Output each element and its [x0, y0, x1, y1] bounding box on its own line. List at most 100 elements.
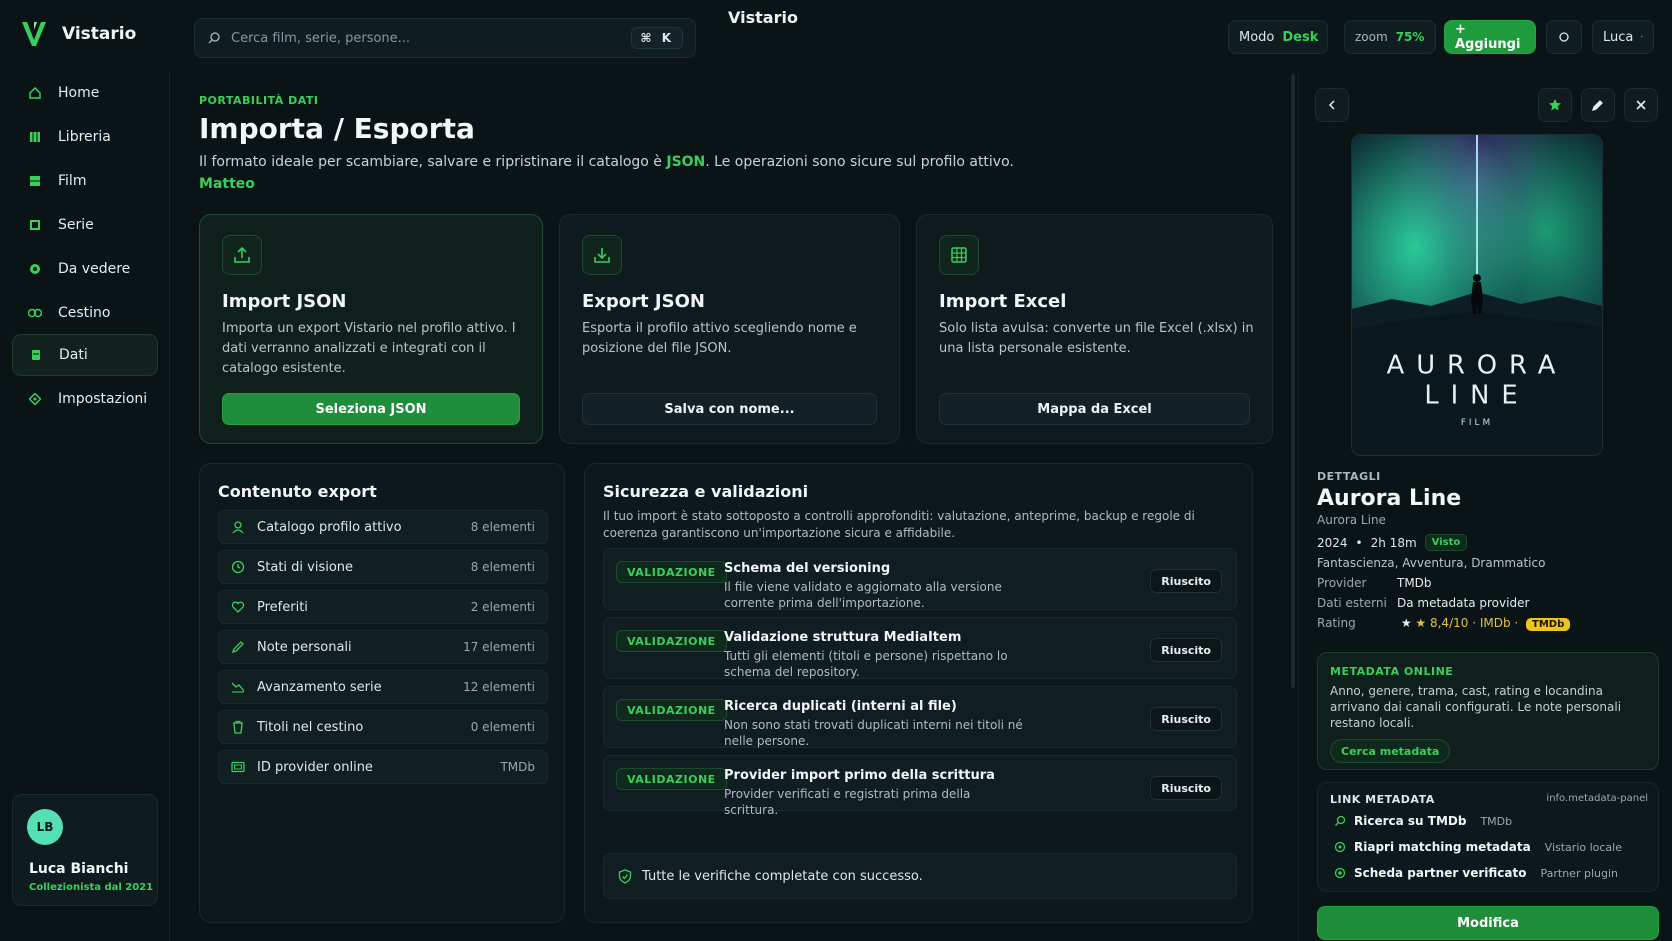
link-reopen-matching[interactable]: Riapri matching metadata Vistario locale [1328, 835, 1650, 859]
sidebar-item-home[interactable]: Home [12, 72, 158, 114]
list-item-label: Stati di visione [257, 559, 354, 575]
validation-row: VALIDAZIONE Schema del versioning Il fil… [603, 548, 1237, 610]
panel-title: LINK METADATA [1330, 793, 1435, 806]
search-input[interactable]: Cerca film, serie, persone... [231, 31, 621, 46]
import-excel-card: Import Excel Solo lista avulsa: converte… [916, 214, 1273, 444]
validation-row: VALIDAZIONE Ricerca duplicati (interni a… [603, 686, 1237, 748]
map-from-excel-button[interactable]: Mappa da Excel [939, 393, 1250, 425]
separator: • [1355, 535, 1363, 550]
metadata-online-panel: METADATA ONLINE Anno, genere, trama, cas… [1317, 652, 1659, 770]
sidebar-item-impostazioni[interactable]: Impostazioni [12, 378, 158, 420]
sidebar-item-label: Dati [59, 347, 88, 363]
link-partner-sheet[interactable]: Scheda partner verificato Partner plugin [1328, 861, 1650, 885]
export-content-panel: Contenuto export Catalogo profilo attivo… [199, 463, 565, 923]
spreadsheet-icon [939, 235, 979, 275]
validation-description: Provider verificati e registrati prima d… [724, 787, 971, 817]
sidebar-item-label: Impostazioni [58, 391, 148, 407]
close-icon [1636, 100, 1646, 110]
chevron-down-icon [1641, 36, 1643, 38]
theme-toggle[interactable] [1546, 20, 1582, 54]
mode-toggle[interactable]: Modo Desk [1228, 20, 1328, 54]
main-scrollbar[interactable] [1291, 74, 1295, 688]
search-icon [208, 32, 220, 44]
zoom-label: zoom [1355, 30, 1388, 44]
list-item-label: Preferiti [257, 599, 308, 615]
list-item-label: Catalogo profilo attivo [257, 519, 402, 535]
original-title: Aurora Line [1317, 513, 1386, 527]
trend-icon [231, 682, 245, 693]
edit-icon-button[interactable] [1581, 88, 1615, 122]
mode-label: Modo [1239, 29, 1275, 45]
list-item: Preferiti 2 elementi [218, 590, 548, 624]
clock-icon [231, 560, 245, 574]
select-json-button[interactable]: Seleziona JSON [222, 393, 520, 425]
validation-row: VALIDAZIONE Provider import primo della … [603, 755, 1237, 817]
download-icon [582, 235, 622, 275]
page-title: Importa / Esporta [199, 112, 475, 145]
profile-card[interactable]: LB Luca Bianchi Collezionista dal 2021 [12, 794, 158, 906]
sidebar-item-label: Serie [58, 217, 94, 233]
add-button[interactable]: + Aggiungi [1444, 20, 1536, 54]
summary-text: Tutte le verifiche completate con succes… [642, 868, 923, 884]
status-badge: Riuscito [1150, 638, 1222, 662]
back-button[interactable] [1315, 88, 1349, 122]
validation-tag: VALIDAZIONE [616, 561, 727, 583]
lead-suffix: . Le operazioni sono sicure sul profilo … [705, 154, 1014, 170]
detail-panel: AURORA LINE FILM DETTAGLI Aurora Line Au… [1298, 72, 1672, 941]
validation-tag: VALIDAZIONE [616, 768, 727, 790]
sidebar-item-da-vedere[interactable]: Da vedere [12, 248, 158, 290]
list-item-label: Avanzamento serie [257, 679, 382, 695]
search-metadata-button[interactable]: Cerca metadata [1330, 739, 1451, 763]
sidebar-item-film[interactable]: Film [12, 160, 158, 202]
link-tag: Partner plugin [1540, 866, 1619, 880]
poster-subtitle: FILM [1461, 418, 1493, 428]
sidebar-item-libreria[interactable]: Libreria [12, 116, 158, 158]
zoom-value: 75% [1395, 30, 1425, 44]
lead-format: JSON [666, 154, 706, 170]
validation-tag: VALIDAZIONE [616, 699, 727, 721]
sidebar-item-cestino[interactable]: Cestino [12, 292, 158, 334]
list-item-label: Titoli nel cestino [257, 719, 364, 735]
list-item: Titoli nel cestino 0 elementi [218, 710, 548, 744]
validation-row: VALIDAZIONE Validazione struttura MediaI… [603, 617, 1237, 679]
user-menu-label: Luca [1603, 29, 1634, 45]
panel-source: info.metadata-panel [1546, 793, 1648, 804]
list-item: Avanzamento serie 12 elementi [218, 670, 548, 704]
close-button[interactable] [1624, 88, 1658, 122]
provider-value: TMDb [1397, 576, 1432, 590]
edit-button[interactable]: Modifica [1317, 906, 1659, 940]
validation-description: Non sono stati trovati duplicati interni… [724, 718, 1023, 748]
watchlist-icon [28, 262, 42, 276]
favorite-button[interactable] [1538, 88, 1572, 122]
list-item-label: Note personali [257, 639, 352, 655]
validation-description: Tutti gli elementi (titoli e persone) ri… [724, 649, 1008, 679]
page-lead: Il formato ideale per scambiare, salvare… [199, 154, 1259, 170]
detail-meta: 2024 • 2h 18m Visto [1317, 534, 1468, 551]
user-menu[interactable]: Luca [1592, 20, 1654, 54]
list-item-label: ID provider online [257, 759, 373, 775]
library-icon [28, 130, 42, 144]
panel-description: Il tuo import è stato sottoposto a contr… [603, 509, 1195, 540]
list-item: Stati di visione 8 elementi [218, 550, 548, 584]
validation-title: Schema del versioning [724, 561, 891, 576]
verified-icon [1334, 867, 1346, 879]
status-badge: Riuscito [1150, 569, 1222, 593]
metadata-links-panel: LINK METADATA info.metadata-panel Ricerc… [1317, 782, 1659, 892]
shield-check-icon [618, 868, 632, 884]
user-icon [232, 521, 244, 534]
list-item-count: 0 elementi [470, 720, 535, 734]
panel-title: Sicurezza e validazioni [603, 482, 809, 501]
link-search-tmdb[interactable]: Ricerca su TMDb TMDb [1328, 809, 1650, 833]
save-as-button[interactable]: Salva con nome... [582, 393, 877, 425]
sidebar-item-dati[interactable]: Dati [12, 334, 158, 376]
poster-title-line1: AURORA [1387, 350, 1568, 380]
list-item: Catalogo profilo attivo 8 elementi [218, 510, 548, 544]
profile-name: Luca Bianchi [29, 861, 129, 877]
zoom-control[interactable]: zoom 75% [1344, 20, 1436, 54]
sidebar-item-serie[interactable]: Serie [12, 204, 158, 246]
lead-prefix: Il formato ideale per scambiare, salvare… [199, 154, 667, 170]
data-icon [29, 348, 43, 362]
card-title: Export JSON [582, 291, 705, 312]
heart-icon [231, 601, 245, 613]
star-icon: ★ [1400, 616, 1416, 630]
